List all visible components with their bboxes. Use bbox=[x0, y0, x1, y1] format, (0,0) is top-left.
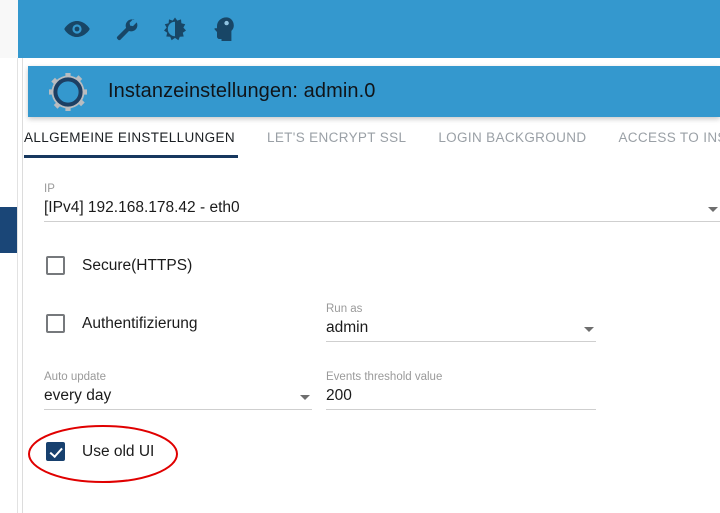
auto-update-select[interactable]: every day bbox=[44, 386, 312, 410]
run-as-select[interactable]: admin bbox=[326, 318, 596, 342]
gear-icon bbox=[48, 72, 88, 112]
tab-access-to-instances[interactable]: ACCESS TO INSTANCES bbox=[618, 126, 720, 145]
authentication-label[interactable]: Authentifizierung bbox=[82, 315, 197, 333]
use-old-ui-checkbox[interactable] bbox=[46, 442, 65, 461]
authentication-row[interactable]: Authentifizierung bbox=[46, 314, 197, 333]
secure-https-label[interactable]: Secure(HTTPS) bbox=[82, 257, 192, 275]
active-tab-indicator bbox=[24, 155, 238, 158]
run-as-field: Run as admin bbox=[326, 302, 596, 342]
instance-title: Instanzeinstellungen: admin.0 bbox=[108, 80, 376, 102]
authentication-checkbox[interactable] bbox=[46, 314, 65, 333]
run-as-value: admin bbox=[326, 319, 369, 336]
top-toolbar bbox=[18, 0, 720, 58]
chevron-down-icon[interactable] bbox=[708, 207, 718, 212]
contrast-icon[interactable] bbox=[160, 14, 190, 44]
events-threshold-value: 200 bbox=[326, 387, 352, 404]
tab-lets-encrypt-ssl[interactable]: LET'S ENCRYPT SSL bbox=[267, 126, 406, 145]
events-threshold-label: Events threshold value bbox=[326, 371, 443, 383]
expert-head-icon[interactable] bbox=[209, 14, 239, 44]
auto-update-value: every day bbox=[44, 387, 112, 404]
instance-settings-header: Instanzeinstellungen: admin.0 bbox=[28, 66, 720, 117]
ip-label: IP bbox=[44, 183, 55, 195]
secure-https-row[interactable]: Secure(HTTPS) bbox=[46, 256, 192, 275]
events-threshold-field: Events threshold value 200 bbox=[326, 370, 596, 410]
ip-value: [IPv4] 192.168.178.42 - eth0 bbox=[44, 199, 240, 216]
ip-select[interactable]: [IPv4] 192.168.178.42 - eth0 bbox=[44, 198, 720, 222]
wrench-icon[interactable] bbox=[111, 14, 141, 44]
chevron-down-icon[interactable] bbox=[584, 327, 594, 332]
top-left-gutter bbox=[0, 0, 18, 58]
auto-update-field: Auto update every day bbox=[44, 370, 312, 410]
secure-https-checkbox[interactable] bbox=[46, 256, 65, 275]
eye-icon[interactable] bbox=[62, 14, 92, 44]
general-settings-form: IP [IPv4] 192.168.178.42 - eth0 Secure(H… bbox=[24, 170, 720, 513]
run-as-label: Run as bbox=[326, 303, 363, 315]
sidebar-active-marker bbox=[0, 207, 17, 253]
rail-divider-outer bbox=[17, 58, 18, 513]
use-old-ui-row[interactable]: Use old UI bbox=[46, 442, 154, 461]
events-threshold-input[interactable]: 200 bbox=[326, 386, 596, 410]
tab-allgemeine-einstellungen[interactable]: ALLGEMEINE EINSTELLUNGEN bbox=[24, 126, 235, 145]
ip-field: IP [IPv4] 192.168.178.42 - eth0 bbox=[44, 182, 720, 222]
tab-bar: ALLGEMEINE EINSTELLUNGEN LET'S ENCRYPT S… bbox=[24, 126, 720, 158]
use-old-ui-label[interactable]: Use old UI bbox=[82, 443, 154, 461]
app-root: Instanzeinstellungen: admin.0 ALLGEMEINE… bbox=[0, 0, 720, 513]
auto-update-label: Auto update bbox=[44, 371, 107, 383]
tab-login-background[interactable]: LOGIN BACKGROUND bbox=[438, 126, 586, 145]
chevron-down-icon[interactable] bbox=[300, 395, 310, 400]
